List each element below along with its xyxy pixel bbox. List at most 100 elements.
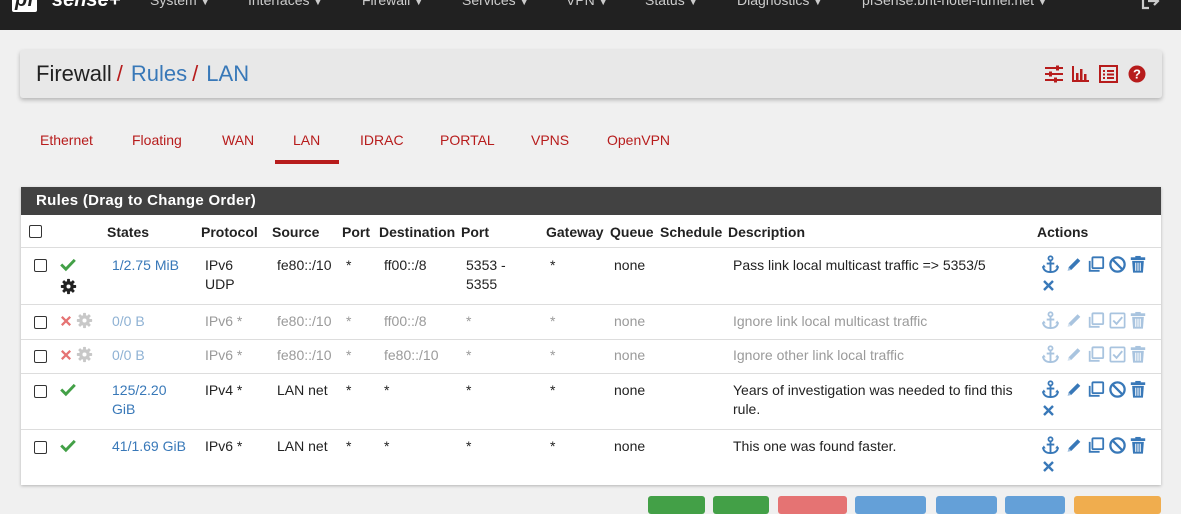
row-checkbox[interactable] — [34, 259, 47, 272]
logout-icon[interactable] — [1141, 0, 1161, 10]
queue: none — [614, 382, 646, 398]
tab-vpns[interactable]: VPNS — [531, 132, 569, 148]
destination: * — [384, 438, 390, 454]
tab-lan[interactable]: LAN — [293, 132, 320, 148]
row-checkbox[interactable] — [34, 441, 47, 454]
pencil-icon[interactable] — [1065, 311, 1083, 330]
col-dest-port[interactable]: Port — [461, 224, 489, 240]
states-link[interactable]: GiB — [112, 400, 135, 419]
copy-icon[interactable] — [1087, 345, 1105, 364]
nav-system[interactable]: System ▼ — [150, 0, 210, 11]
anchor-icon[interactable] — [1041, 255, 1060, 274]
disable-icon[interactable] — [1108, 436, 1127, 455]
separator-button[interactable] — [1074, 496, 1161, 514]
help-icon[interactable]: ? — [1128, 65, 1146, 83]
top-navbar: pf sense+ System ▼ Interfaces ▼ Firewall ▼ … — [0, 0, 1181, 30]
add-bottom-button[interactable] — [713, 496, 769, 514]
states-link[interactable]: 41/1.69 GiB — [112, 437, 186, 456]
states-link[interactable]: 1/2.75 MiB — [112, 256, 179, 275]
col-schedule[interactable]: Schedule — [660, 224, 722, 240]
row-checkbox[interactable] — [34, 316, 47, 329]
col-description[interactable]: Description — [728, 224, 805, 240]
pencil-icon[interactable] — [1065, 380, 1083, 399]
chart-icon[interactable] — [1072, 65, 1090, 83]
row-checkbox[interactable] — [34, 385, 47, 398]
settings-sliders-icon[interactable] — [1044, 65, 1064, 83]
source-port: * — [346, 438, 352, 454]
trash-icon[interactable] — [1129, 380, 1147, 399]
trash-icon[interactable] — [1129, 255, 1147, 274]
tab-ethernet[interactable]: Ethernet — [40, 132, 93, 148]
tab-wan[interactable]: WAN — [222, 132, 254, 148]
trash-icon[interactable] — [1129, 311, 1147, 330]
col-port[interactable]: Port — [342, 224, 370, 240]
nav-firewall[interactable]: Firewall ▼ — [362, 0, 423, 11]
breadcrumb-actions: ? — [1044, 65, 1148, 83]
list-icon[interactable] — [1099, 65, 1118, 83]
copy-icon[interactable] — [1087, 255, 1105, 274]
disable-icon[interactable] — [1108, 255, 1127, 274]
trash-icon[interactable] — [1129, 345, 1147, 364]
trash-icon[interactable] — [1129, 436, 1147, 455]
gear-icon[interactable] — [76, 346, 93, 363]
nav-interfaces[interactable]: Interfaces ▼ — [248, 0, 322, 11]
delete-button[interactable] — [778, 496, 847, 514]
states-link[interactable]: 0/0 B — [112, 312, 145, 331]
description: This one was found faster. — [733, 438, 897, 454]
nav-status[interactable]: Status ▼ — [645, 0, 698, 11]
delete-x-icon[interactable] — [1041, 459, 1056, 474]
brand-logo[interactable]: pf — [12, 0, 37, 12]
save-button[interactable] — [1005, 496, 1065, 514]
col-states[interactable]: States — [107, 224, 149, 240]
brand-logo-text[interactable]: sense+ — [52, 0, 120, 12]
col-source[interactable]: Source — [272, 224, 319, 240]
tab-idrac[interactable]: IDRAC — [360, 132, 404, 148]
select-all-checkbox[interactable] — [29, 225, 42, 238]
delete-x-icon[interactable] — [1041, 403, 1056, 418]
anchor-icon[interactable] — [1041, 345, 1060, 364]
nav-services[interactable]: Services ▼ — [462, 0, 529, 11]
gateway: * — [550, 438, 556, 454]
anchor-icon[interactable] — [1041, 436, 1060, 455]
gear-icon[interactable] — [60, 278, 77, 295]
anchor-icon[interactable] — [1041, 380, 1060, 399]
copy-button[interactable] — [936, 496, 997, 514]
source-port: * — [346, 382, 352, 398]
tab-floating[interactable]: Floating — [132, 132, 182, 148]
dest-port: * — [466, 382, 472, 398]
queue: none — [614, 347, 646, 363]
disable-icon[interactable] — [1108, 380, 1127, 399]
pencil-icon[interactable] — [1065, 255, 1083, 274]
nav-hostname[interactable]: pfSense.brit-hotel-fumel.net ▼ — [862, 0, 1047, 11]
enable-icon[interactable] — [1108, 311, 1127, 330]
copy-icon[interactable] — [1087, 436, 1105, 455]
anchor-icon[interactable] — [1041, 311, 1060, 330]
col-gateway[interactable]: Gateway — [546, 224, 604, 240]
pencil-icon[interactable] — [1065, 436, 1083, 455]
times-icon — [59, 313, 73, 329]
breadcrumb-rules-link[interactable]: Rules — [131, 61, 187, 86]
gear-icon[interactable] — [76, 312, 93, 329]
source: LAN net — [277, 382, 328, 398]
col-queue[interactable]: Queue — [610, 224, 654, 240]
breadcrumb-separator: / — [192, 61, 199, 86]
delete-x-icon[interactable] — [1041, 278, 1056, 293]
states-link[interactable]: 125/2.20 — [112, 381, 167, 400]
row-checkbox[interactable] — [34, 350, 47, 363]
breadcrumb-lan-link[interactable]: LAN — [206, 61, 249, 86]
description: Ignore other link local traffic — [733, 347, 904, 363]
col-destination[interactable]: Destination — [379, 224, 455, 240]
active-tab-indicator — [275, 160, 339, 164]
add-top-button[interactable] — [648, 496, 705, 514]
tab-openvpn[interactable]: OpenVPN — [607, 132, 670, 148]
nav-vpn[interactable]: VPN ▼ — [566, 0, 608, 11]
pencil-icon[interactable] — [1065, 345, 1083, 364]
copy-icon[interactable] — [1087, 311, 1105, 330]
tab-portal[interactable]: PORTAL — [440, 132, 495, 148]
copy-icon[interactable] — [1087, 380, 1105, 399]
toggle-button[interactable] — [855, 496, 926, 514]
enable-icon[interactable] — [1108, 345, 1127, 364]
states-link[interactable]: 0/0 B — [112, 346, 145, 365]
col-protocol[interactable]: Protocol — [201, 224, 258, 240]
nav-diagnostics[interactable]: Diagnostics ▼ — [737, 0, 822, 11]
